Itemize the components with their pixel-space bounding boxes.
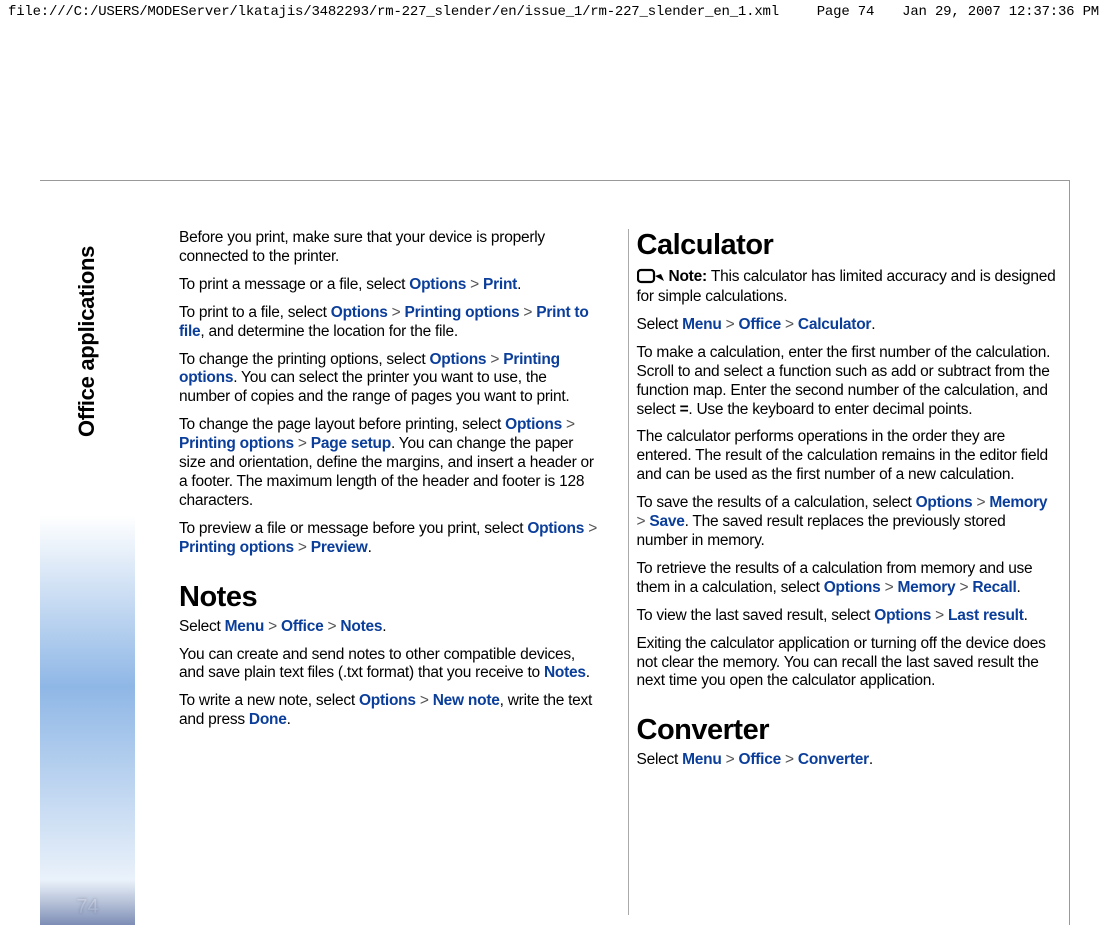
calculator-order: The calculator performs operations in th… — [637, 428, 1060, 485]
side-rail: Office applications 74 — [40, 181, 135, 925]
print-timestamp: Jan 29, 2007 12:37:36 PM — [902, 4, 1099, 20]
print-to-file-instruction: To print to a file, select Options > Pri… — [179, 304, 602, 342]
file-path: file:///C:/USERS/MODEServer/lkatajis/348… — [8, 4, 779, 20]
printing-intro: Before you print, make sure that your de… — [179, 229, 602, 267]
page-setup-instruction: To change the page layout before printin… — [179, 416, 602, 511]
columns: Before you print, make sure that your de… — [135, 181, 1069, 925]
right-column: Calculator Note: This calculator has lim… — [628, 229, 1060, 915]
page-indicator: Page 74 — [817, 4, 874, 20]
print-file-instruction: To print a message or a file, select Opt… — [179, 276, 602, 295]
calculator-recall: To retrieve the results of a calculation… — [637, 560, 1060, 598]
page-content: Office applications 74 Before you print,… — [40, 180, 1070, 925]
calculator-note: Note: This calculator has limited accura… — [637, 266, 1060, 307]
calculator-last-result: To view the last saved result, select Op… — [637, 607, 1060, 626]
notes-nav: Select Menu > Office > Notes. — [179, 618, 602, 637]
notes-heading: Notes — [179, 581, 602, 614]
note-icon — [637, 266, 665, 288]
section-label: Office applications — [74, 246, 100, 437]
preview-instruction: To preview a file or message before you … — [179, 520, 602, 558]
calculator-nav: Select Menu > Office > Calculator. — [637, 316, 1060, 335]
notes-newnote: To write a new note, select Options > Ne… — [179, 692, 602, 730]
calculator-heading: Calculator — [637, 229, 1060, 262]
page-number: 74 — [40, 896, 135, 919]
printing-options-instruction: To change the printing options, select O… — [179, 351, 602, 408]
converter-heading: Converter — [637, 714, 1060, 747]
calculator-memory-note: Exiting the calculator application or tu… — [637, 635, 1060, 692]
notes-desc: You can create and send notes to other c… — [179, 646, 602, 684]
print-header: file:///C:/USERS/MODEServer/lkatajis/348… — [0, 0, 1107, 20]
calculator-save: To save the results of a calculation, se… — [637, 494, 1060, 551]
calculator-usage: To make a calculation, enter the first n… — [637, 344, 1060, 420]
converter-nav: Select Menu > Office > Converter. — [637, 751, 1060, 770]
left-column: Before you print, make sure that your de… — [179, 229, 610, 915]
